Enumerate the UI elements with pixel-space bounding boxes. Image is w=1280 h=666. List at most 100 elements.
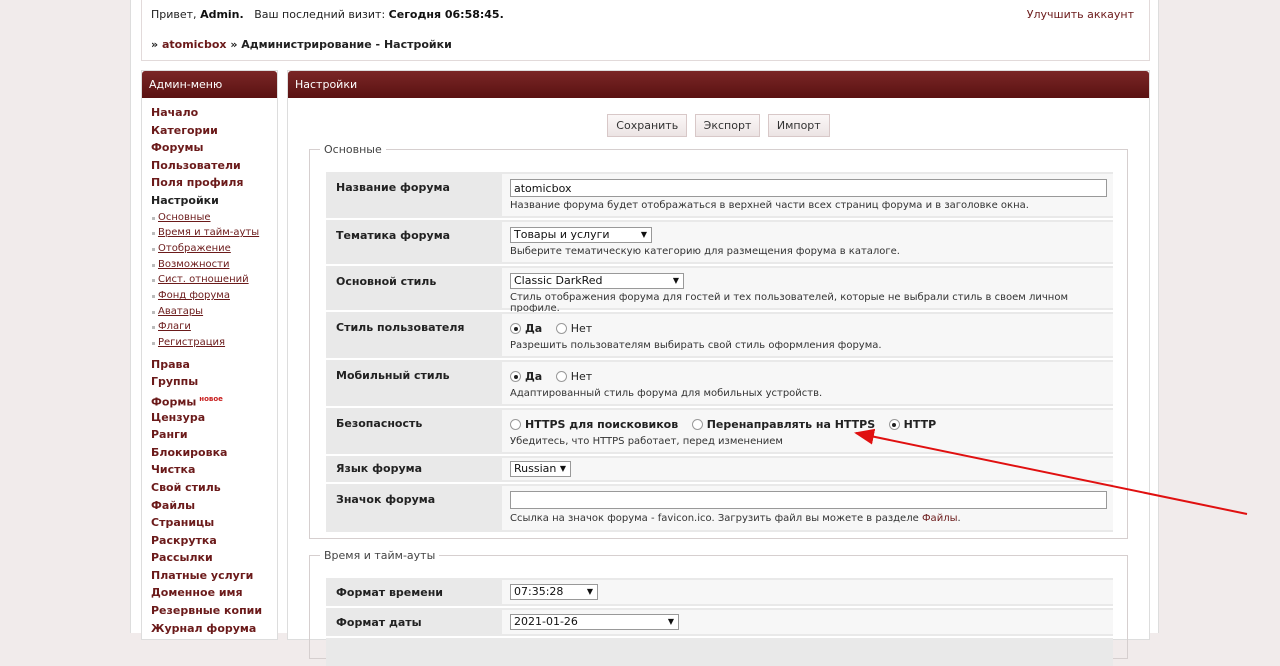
submenu-item-avatars[interactable]: Аватары [152,304,277,320]
user-style-yes-radio[interactable]: Да [510,322,542,335]
admin-menu-bottom: Права Группы Формы новое Цензура Ранги Бл… [142,354,277,638]
date-format-label: Формат даты [336,616,422,629]
sidebar-item-domain[interactable]: Доменное имя [151,584,277,602]
row-user-style: Стиль пользователя Да Нет Разрешить поль… [326,312,1113,358]
forum-topic-value-cell: Товары и услуги ▼ Выберите тематическую … [502,222,1113,262]
sidebar-item-ranks[interactable]: Ранги [151,426,277,444]
forum-name-label: Название форума [336,181,450,194]
sidebar-item-custom-style[interactable]: Свой стиль [151,479,277,497]
settings-panel: Настройки Сохранить Экспорт Импорт Основ… [287,70,1150,666]
chevron-down-icon: ▼ [586,587,593,596]
time-format-select[interactable]: 07:35:28 ▼ [510,584,598,600]
sidebar-item-bans[interactable]: Блокировка [151,444,277,462]
sidebar-item-users[interactable]: Пользователи [151,157,277,175]
page-container: Привет, Admin. Ваш последний визит: Сего… [130,0,1159,666]
forum-topic-desc: Выберите тематическую категорию для разм… [510,246,900,257]
forum-topic-selected: Товары и услуги [514,228,610,241]
panel-title: Настройки [288,71,1149,98]
sidebar-item-categories[interactable]: Категории [151,122,277,140]
sidebar-item-backups[interactable]: Резервные копии [151,602,277,620]
row-language: Язык форума Russian ▼ [326,456,1113,482]
sidebar-item-forms[interactable]: Формы новое [151,391,277,409]
radio-unchecked-icon [555,371,567,382]
top-info-box: Привет, Admin. Ваш последний визит: Сего… [141,0,1150,61]
sidebar-item-profile-fields[interactable]: Поля профиля [151,174,277,192]
sidebar-item-paid-services[interactable]: Платные услуги [151,567,277,585]
mobile-style-yes-radio[interactable]: Да [510,370,542,383]
sidebar-item-pages[interactable]: Страницы [151,514,277,532]
forum-topic-select[interactable]: Товары и услуги ▼ [510,227,652,243]
last-visit-value: Сегодня 06:58:45. [388,8,504,21]
new-badge: новое [199,394,223,403]
submenu-item-fund[interactable]: Фонд форума [152,288,277,304]
submenu-item-flags[interactable]: Флаги [152,319,277,335]
sidebar-item-forums[interactable]: Форумы [151,139,277,157]
forum-name-value-cell: Название форума будет отображаться в вер… [502,174,1113,216]
upgrade-account-link[interactable]: Улучшить аккаунт [1027,8,1134,21]
basic-legend: Основные [324,143,382,156]
favicon-desc-text: Ссылка на значок форума - favicon.ico. З… [510,513,919,524]
sidebar-item-prune[interactable]: Чистка [151,461,277,479]
main-style-select[interactable]: Classic DarkRed ▼ [510,273,684,289]
breadcrumb: » atomicbox » Администрирование - Настро… [151,38,452,51]
sidebar-item-promotion[interactable]: Раскрутка [151,532,277,550]
submenu-item-relations[interactable]: Сист. отношений [152,272,277,288]
sidebar-item-files[interactable]: Файлы [151,497,277,515]
chevron-down-icon: ▼ [559,464,566,473]
security-desc: Убедитесь, что HTTPS работает, перед изм… [510,436,783,447]
mobile-style-label: Мобильный стиль [336,369,450,382]
greet-prefix: Привет, [151,8,197,21]
row-main-style: Основной стиль Classic DarkRed ▼ Стиль о… [326,266,1113,314]
time-format-selected: 07:35:28 [514,585,564,598]
row-time-format: Формат времени 07:35:28 ▼ [326,578,1113,606]
user-style-no-radio[interactable]: Нет [555,322,593,335]
sidebar-item-censor[interactable]: Цензура [151,409,277,427]
date-format-selected: 2021-01-26 [514,615,578,628]
sidebar-item-forms-label: Формы [151,395,197,409]
sidebar-item-rights[interactable]: Права [151,356,277,374]
sidebar-item-mailings[interactable]: Рассылки [151,549,277,567]
breadcrumb-site-link[interactable]: atomicbox [162,38,227,51]
submenu-item-registration[interactable]: Регистрация [152,335,277,351]
row-favicon: Значок форума Ссылка на значок форума - … [326,484,1113,532]
user-style-label: Стиль пользователя [336,321,465,334]
row-security: Безопасность HTTPS для поисковиков Перен… [326,408,1113,454]
date-format-select[interactable]: 2021-01-26 ▼ [510,614,679,630]
submenu-item-basic[interactable]: Основные [152,210,277,226]
language-selected: Russian [514,462,557,475]
import-button[interactable]: Импорт [767,114,830,137]
submenu-item-display[interactable]: Отображение [152,241,277,257]
settings-submenu: Основные Время и тайм-ауты Отображение В… [142,210,277,354]
mobile-style-no-radio[interactable]: Нет [555,370,593,383]
user-style-no-label: Нет [570,322,593,335]
mobile-style-value-cell: Да Нет Адаптированный стиль форума для м… [502,362,1113,404]
time-format-label: Формат времени [336,586,444,599]
favicon-desc: Ссылка на значок форума - favicon.ico. З… [510,513,961,524]
files-link[interactable]: Файлы [922,513,958,524]
mobile-style-no-label: Нет [570,370,593,383]
language-select[interactable]: Russian ▼ [510,461,571,477]
save-button[interactable]: Сохранить [607,114,688,137]
security-https-search-radio[interactable]: HTTPS для поисковиков [510,418,678,431]
favicon-input[interactable] [510,491,1107,509]
row-date-format: Формат даты 2021-01-26 ▼ [326,608,1113,636]
submenu-item-features[interactable]: Возможности [152,257,277,273]
sidebar-item-forum-log[interactable]: Журнал форума [151,620,277,638]
date-format-value-cell: 2021-01-26 ▼ [502,610,1113,634]
forum-name-input[interactable] [510,179,1107,197]
security-opt1-label: HTTPS для поисковиков [525,418,679,431]
sidebar-item-home[interactable]: Начало [151,104,277,122]
sidebar-item-groups[interactable]: Группы [151,373,277,391]
forum-name-desc: Название форума будет отображаться в вер… [510,200,1029,211]
security-value-cell: HTTPS для поисковиков Перенаправлять на … [502,410,1113,452]
row-next-setting [326,638,1113,666]
security-http-radio[interactable]: HTTP [888,418,936,431]
sidebar-item-settings[interactable]: Настройки [151,192,277,210]
export-button[interactable]: Экспорт [694,114,761,137]
breadcrumb-current: » Администрирование - Настройки [230,38,452,51]
chevron-down-icon: ▼ [640,230,647,239]
language-value-cell: Russian ▼ [502,458,1113,480]
favicon-value-cell: Ссылка на значок форума - favicon.ico. З… [502,486,1113,530]
security-redirect-https-radio[interactable]: Перенаправлять на HTTPS [691,418,875,431]
submenu-item-time[interactable]: Время и тайм-ауты [152,225,277,241]
